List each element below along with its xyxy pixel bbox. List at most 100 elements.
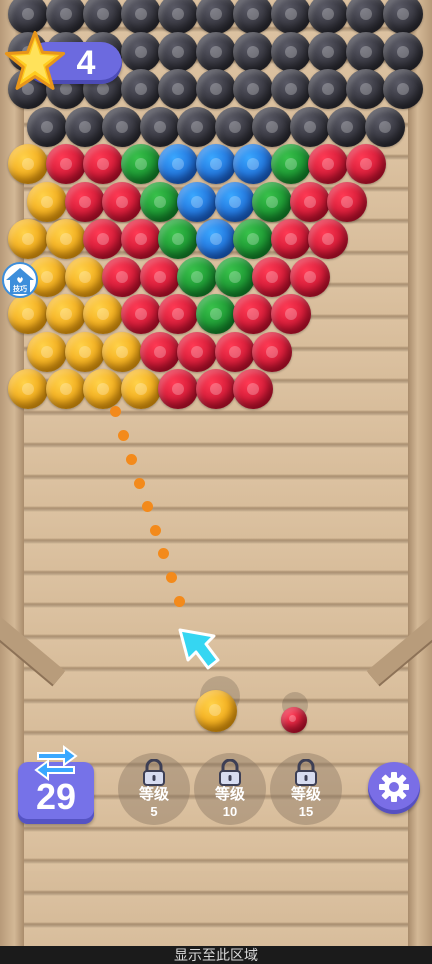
blue-bubble (233, 144, 273, 184)
blue-bubble (195, 219, 236, 259)
dark-bubble (345, 31, 386, 72)
green-bubble (158, 219, 198, 259)
green-bubble (120, 144, 161, 184)
red-bubble (158, 294, 198, 334)
arrow-icon (178, 628, 220, 670)
dark-bubble (120, 69, 161, 109)
lock-level-number: 15 (298, 804, 314, 819)
blue-bubble (177, 181, 217, 222)
red-bubble (214, 331, 255, 372)
aim-dot (166, 572, 177, 583)
aim-dot (158, 548, 169, 559)
yellow-bubble (27, 331, 67, 372)
green-bubble (270, 144, 311, 184)
dark-bubble (383, 31, 423, 72)
yellow-bubble (45, 219, 86, 259)
red-bubble (327, 181, 367, 222)
aim-dot (110, 406, 121, 417)
red-bubble (120, 294, 161, 334)
green-bubble (252, 181, 292, 222)
dark-bubble (120, 31, 161, 72)
yellow-bubble (83, 294, 123, 334)
yellow-bubble (102, 331, 142, 372)
dark-bubble (177, 106, 217, 147)
dark-bubble (158, 69, 198, 109)
dark-bubble (270, 31, 311, 72)
lock-icon (143, 759, 165, 786)
swap-count: 29 (35, 776, 77, 817)
yellow-bubble (83, 369, 123, 409)
red-bubble (233, 369, 273, 409)
yellow-bubble (120, 369, 161, 409)
shooter-ball[interactable] (195, 690, 237, 732)
green-bubble (177, 256, 217, 297)
aim-dot (142, 501, 153, 512)
tips-button[interactable]: 技巧 (2, 262, 38, 298)
red-bubble (195, 369, 236, 409)
dark-bubble (195, 31, 236, 72)
settings-button[interactable] (368, 762, 420, 814)
aim-dot (174, 596, 185, 607)
dark-bubble (139, 106, 180, 147)
dark-bubble (308, 69, 348, 109)
dark-bubble (102, 106, 142, 147)
red-bubble (270, 219, 311, 259)
locked-slot-level-5[interactable]: 等级 5 (118, 753, 190, 825)
red-bubble (233, 294, 273, 334)
yellow-bubble (8, 219, 48, 259)
red-bubble (289, 181, 330, 222)
lock-level-number: 5 (150, 804, 158, 819)
green-bubble (139, 181, 180, 222)
red-bubble (345, 144, 386, 184)
lock-level-number: 10 (222, 804, 238, 819)
next-ball[interactable] (281, 707, 307, 733)
red-bubble (252, 331, 292, 372)
yellow-bubble (64, 331, 105, 372)
red-bubble (64, 181, 105, 222)
red-bubble (83, 219, 123, 259)
score-value: 4 (76, 44, 96, 82)
aim-dot (150, 525, 161, 536)
dark-bubble (233, 31, 273, 72)
yellow-bubble (45, 369, 86, 409)
dark-bubble (158, 31, 198, 72)
lock-label: 等级 (290, 786, 321, 803)
dark-bubble (214, 106, 255, 147)
yellow-bubble (8, 144, 48, 184)
red-bubble (102, 181, 142, 222)
red-bubble (139, 331, 180, 372)
dark-bubble (345, 69, 386, 109)
yellow-bubble (45, 294, 86, 334)
aim-dot (134, 478, 145, 489)
gear-icon (379, 772, 409, 802)
locked-slot-level-15[interactable]: 等级 15 (270, 753, 342, 825)
red-bubble (308, 144, 348, 184)
red-bubble (308, 219, 348, 259)
dark-bubble (383, 69, 423, 109)
game-board[interactable]: 4 技巧 29 等级 5 等级 10 等级 15 (0, 0, 432, 946)
green-bubble (195, 294, 236, 334)
red-bubble (45, 144, 86, 184)
aim-dot (126, 454, 137, 465)
red-bubble (252, 256, 292, 297)
lock-label: 等级 (214, 786, 245, 803)
blue-bubble (195, 144, 236, 184)
dark-bubble (270, 69, 311, 109)
star-icon (4, 30, 66, 90)
aim-dot (118, 430, 129, 441)
dark-bubble (289, 106, 330, 147)
green-bubble (233, 219, 273, 259)
dark-bubble (327, 106, 367, 147)
dark-bubble (64, 106, 105, 147)
red-bubble (83, 144, 123, 184)
swap-button[interactable]: 29 (18, 745, 94, 824)
red-bubble (102, 256, 142, 297)
footer-banner: 显示至此区域 (0, 946, 432, 964)
blue-bubble (158, 144, 198, 184)
lock-label: 等级 (138, 786, 169, 803)
tips-label: 技巧 (13, 286, 27, 293)
red-bubble (120, 219, 161, 259)
red-bubble (289, 256, 330, 297)
locked-slot-level-10[interactable]: 等级 10 (194, 753, 266, 825)
red-bubble (158, 369, 198, 409)
